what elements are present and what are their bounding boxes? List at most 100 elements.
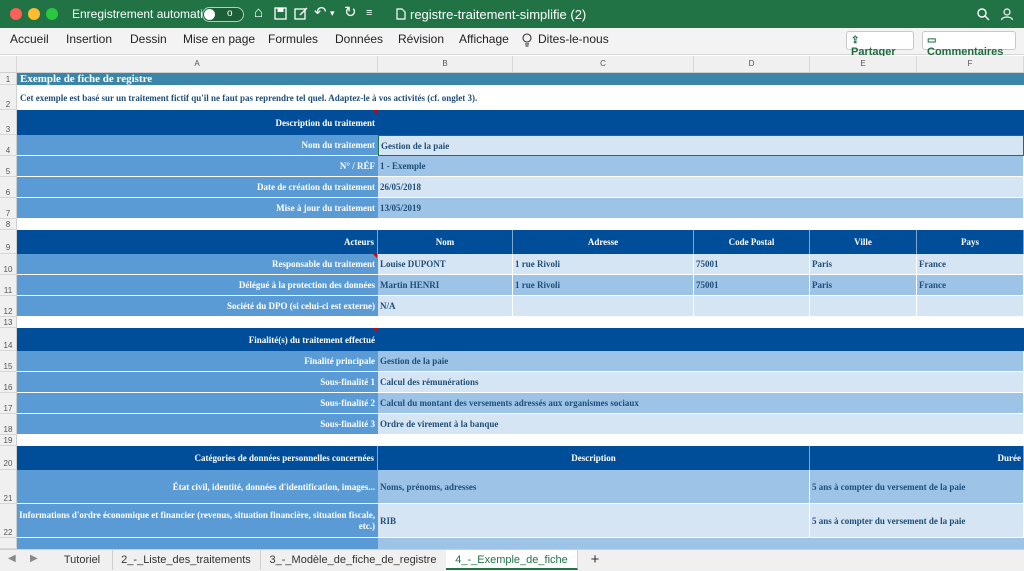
redo-icon[interactable]: ↻ xyxy=(344,4,357,22)
tab-formules[interactable]: Formules xyxy=(268,32,318,46)
intro-text[interactable]: Cet exemple est basé sur un traitement f… xyxy=(17,85,1024,110)
tab-accueil[interactable]: Accueil xyxy=(10,32,49,46)
responsable-adresse[interactable]: 1 rue Rivoli xyxy=(513,254,694,275)
autosave-toggle[interactable]: o xyxy=(202,7,244,22)
zoom-window-button[interactable] xyxy=(46,8,58,20)
add-sheet-button[interactable]: + xyxy=(584,550,606,570)
row-header-11[interactable]: 11 xyxy=(0,275,17,296)
label-etat-civil[interactable]: État civil, identité, données d'identifi… xyxy=(17,470,378,504)
row-header-10[interactable]: 10 xyxy=(0,254,17,275)
close-window-button[interactable] xyxy=(10,8,22,20)
column-header-e[interactable]: E xyxy=(810,56,917,72)
value-mise-a-jour[interactable]: 13/05/2019 xyxy=(378,198,1024,219)
label-sous-finalite-3[interactable]: Sous-finalité 3 xyxy=(17,414,378,435)
description-header[interactable]: Description du traitement xyxy=(17,110,378,135)
row-header-5[interactable]: 5 xyxy=(0,156,17,177)
row-header-14[interactable]: 14 xyxy=(0,328,17,351)
row-header-7[interactable]: 7 xyxy=(0,198,17,219)
column-header-f[interactable]: F xyxy=(917,56,1024,72)
row-header-17[interactable]: 17 xyxy=(0,393,17,414)
purposes-header[interactable]: Finalité(s) du traitement effectué xyxy=(17,328,378,351)
label-responsable[interactable]: Responsable du traitement xyxy=(17,254,378,275)
societe-dpo-adresse[interactable] xyxy=(513,296,694,317)
sheet-tab-modele-fiche[interactable]: 3_-_Modèle_de_fiche_de_registre xyxy=(260,550,447,570)
responsable-nom[interactable]: Louise DUPONT xyxy=(378,254,513,275)
row-header-3[interactable]: 3 xyxy=(0,110,17,135)
column-header-a[interactable]: A xyxy=(17,56,378,72)
actors-col-code-postal[interactable]: Code Postal xyxy=(694,230,810,254)
column-header-c[interactable]: C xyxy=(513,56,694,72)
row-header-23[interactable] xyxy=(0,538,17,549)
row-header-12[interactable]: 12 xyxy=(0,296,17,317)
dpo-nom[interactable]: Martin HENRI xyxy=(378,275,513,296)
dpo-code-postal[interactable]: 75001 xyxy=(694,275,810,296)
infos-economiques-description[interactable]: RIB xyxy=(378,504,810,538)
column-header-b[interactable]: B xyxy=(378,56,513,72)
row-header-21[interactable]: 21 xyxy=(0,470,17,504)
row-header-15[interactable]: 15 xyxy=(0,351,17,372)
label-mise-a-jour[interactable]: Mise à jour du traitement xyxy=(17,198,378,219)
row-header-20[interactable]: 20 xyxy=(0,446,17,470)
column-header-d[interactable]: D xyxy=(694,56,810,72)
tab-mise-en-page[interactable]: Mise en page xyxy=(183,32,255,46)
responsable-code-postal[interactable]: 75001 xyxy=(694,254,810,275)
label-finalite-principale[interactable]: Finalité principale xyxy=(17,351,378,372)
sheet-tab-tutoriel[interactable]: Tutoriel xyxy=(52,550,113,570)
value-nom-traitement[interactable]: Gestion de la paie xyxy=(378,135,1024,156)
value-sous-finalite-3[interactable]: Ordre de virement à la banque xyxy=(378,414,1024,435)
label-societe-dpo[interactable]: Société du DPO (si celui-ci est externe) xyxy=(17,296,378,317)
infos-economiques-duree[interactable]: 5 ans à compter du versement de la paie xyxy=(810,504,1024,538)
row-header-1[interactable]: 1 xyxy=(0,73,17,85)
responsable-pays[interactable]: France xyxy=(917,254,1024,275)
label-sous-finalite-2[interactable]: Sous-finalité 2 xyxy=(17,393,378,414)
dpo-pays[interactable]: France xyxy=(917,275,1024,296)
value-sous-finalite-2[interactable]: Calcul du montant des versements adressé… xyxy=(378,393,1024,414)
row-header-18[interactable]: 18 xyxy=(0,414,17,435)
customize-toolbar-icon[interactable]: ≡ xyxy=(366,4,372,22)
label-dpo[interactable]: Délégué à la protection des données xyxy=(17,275,378,296)
scroll-last-sheet-icon[interactable]: ▶ xyxy=(30,553,38,564)
responsable-ville[interactable]: Paris xyxy=(810,254,917,275)
tab-revision[interactable]: Révision xyxy=(398,32,444,46)
value-date-creation[interactable]: 26/05/2018 xyxy=(378,177,1024,198)
row-header-22[interactable]: 22 xyxy=(0,504,17,538)
undo-dropdown-icon[interactable]: ▾ xyxy=(330,4,335,22)
row-header-2[interactable]: 2 xyxy=(0,85,17,110)
row-header-13[interactable]: 13 xyxy=(0,317,17,328)
categories-header[interactable]: Catégories de données personnelles conce… xyxy=(17,446,378,470)
share-button[interactable]: ⇪ Partager xyxy=(846,31,914,58)
categories-col-description[interactable]: Description xyxy=(378,446,810,470)
home-icon[interactable]: ⌂ xyxy=(254,4,263,22)
sheet-tab-liste-traitements[interactable]: 2_-_Liste_des_traitements xyxy=(112,550,261,570)
societe-dpo-nom[interactable]: N/A xyxy=(378,296,513,317)
etat-civil-description[interactable]: Noms, prénoms, adresses xyxy=(378,470,810,504)
row-header-6[interactable]: 6 xyxy=(0,177,17,198)
comments-button[interactable]: ▭ Commentaires xyxy=(922,31,1016,58)
undo-icon[interactable]: ↶ xyxy=(314,4,327,22)
value-finalite-principale[interactable]: Gestion de la paie xyxy=(378,351,1024,372)
tell-me-field[interactable]: Dites-le-nous xyxy=(538,32,609,46)
sheet-title[interactable]: Exemple de fiche de registre xyxy=(17,73,1024,85)
select-all-corner[interactable] xyxy=(0,56,17,72)
edit-icon[interactable] xyxy=(294,7,308,20)
minimize-window-button[interactable] xyxy=(28,8,40,20)
actors-col-ville[interactable]: Ville xyxy=(810,230,917,254)
etat-civil-duree[interactable]: 5 ans à compter du versement de la paie xyxy=(810,470,1024,504)
label-sous-finalite-1[interactable]: Sous-finalité 1 xyxy=(17,372,378,393)
account-icon[interactable] xyxy=(1000,7,1014,21)
label-date-creation[interactable]: Date de création du traitement xyxy=(17,177,378,198)
categories-col-duree[interactable]: Durée xyxy=(810,446,1024,470)
actors-header[interactable]: Acteurs xyxy=(17,230,378,254)
actors-col-nom[interactable]: Nom xyxy=(378,230,513,254)
tab-donnees[interactable]: Données xyxy=(335,32,383,46)
tab-affichage[interactable]: Affichage xyxy=(459,32,509,46)
tab-dessin[interactable]: Dessin xyxy=(130,32,167,46)
dpo-adresse[interactable]: 1 rue Rivoli xyxy=(513,275,694,296)
societe-dpo-ville[interactable] xyxy=(810,296,917,317)
row-header-16[interactable]: 16 xyxy=(0,372,17,393)
row-header-19[interactable]: 19 xyxy=(0,435,17,446)
label-reference[interactable]: N° / RÉF xyxy=(17,156,378,177)
search-icon[interactable] xyxy=(977,8,990,21)
row-header-9[interactable]: 9 xyxy=(0,230,17,254)
value-sous-finalite-1[interactable]: Calcul des rémunérations xyxy=(378,372,1024,393)
